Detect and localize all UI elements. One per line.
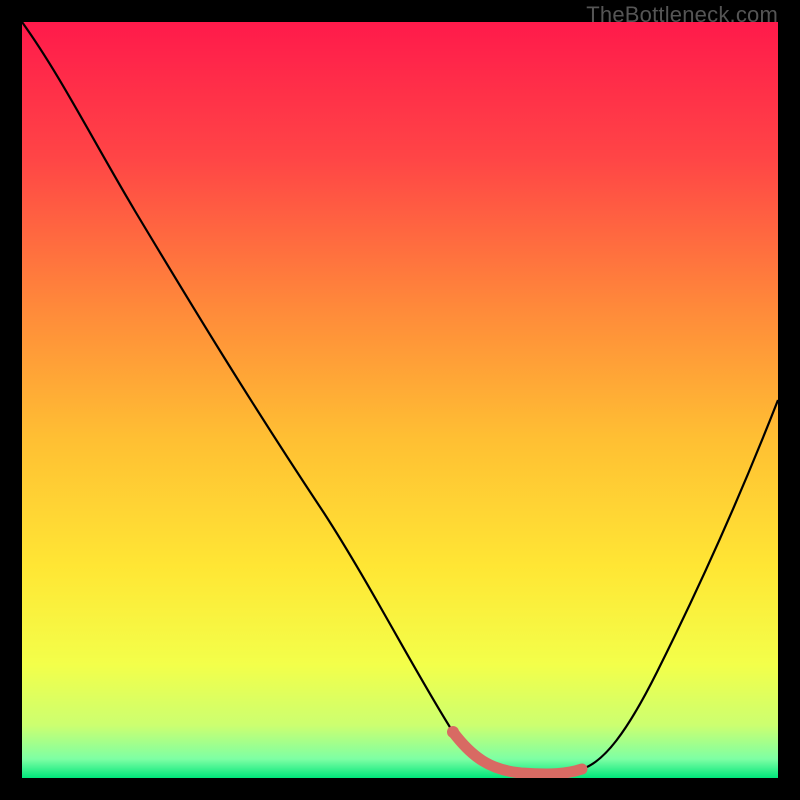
chart-stage: TheBottleneck.com — [0, 0, 800, 800]
bottleneck-curve-svg — [22, 22, 778, 778]
optimal-highlight-start-dot — [447, 726, 459, 738]
bottleneck-curve — [22, 22, 778, 774]
optimal-highlight-marker — [453, 732, 582, 774]
plot-area — [22, 22, 778, 778]
